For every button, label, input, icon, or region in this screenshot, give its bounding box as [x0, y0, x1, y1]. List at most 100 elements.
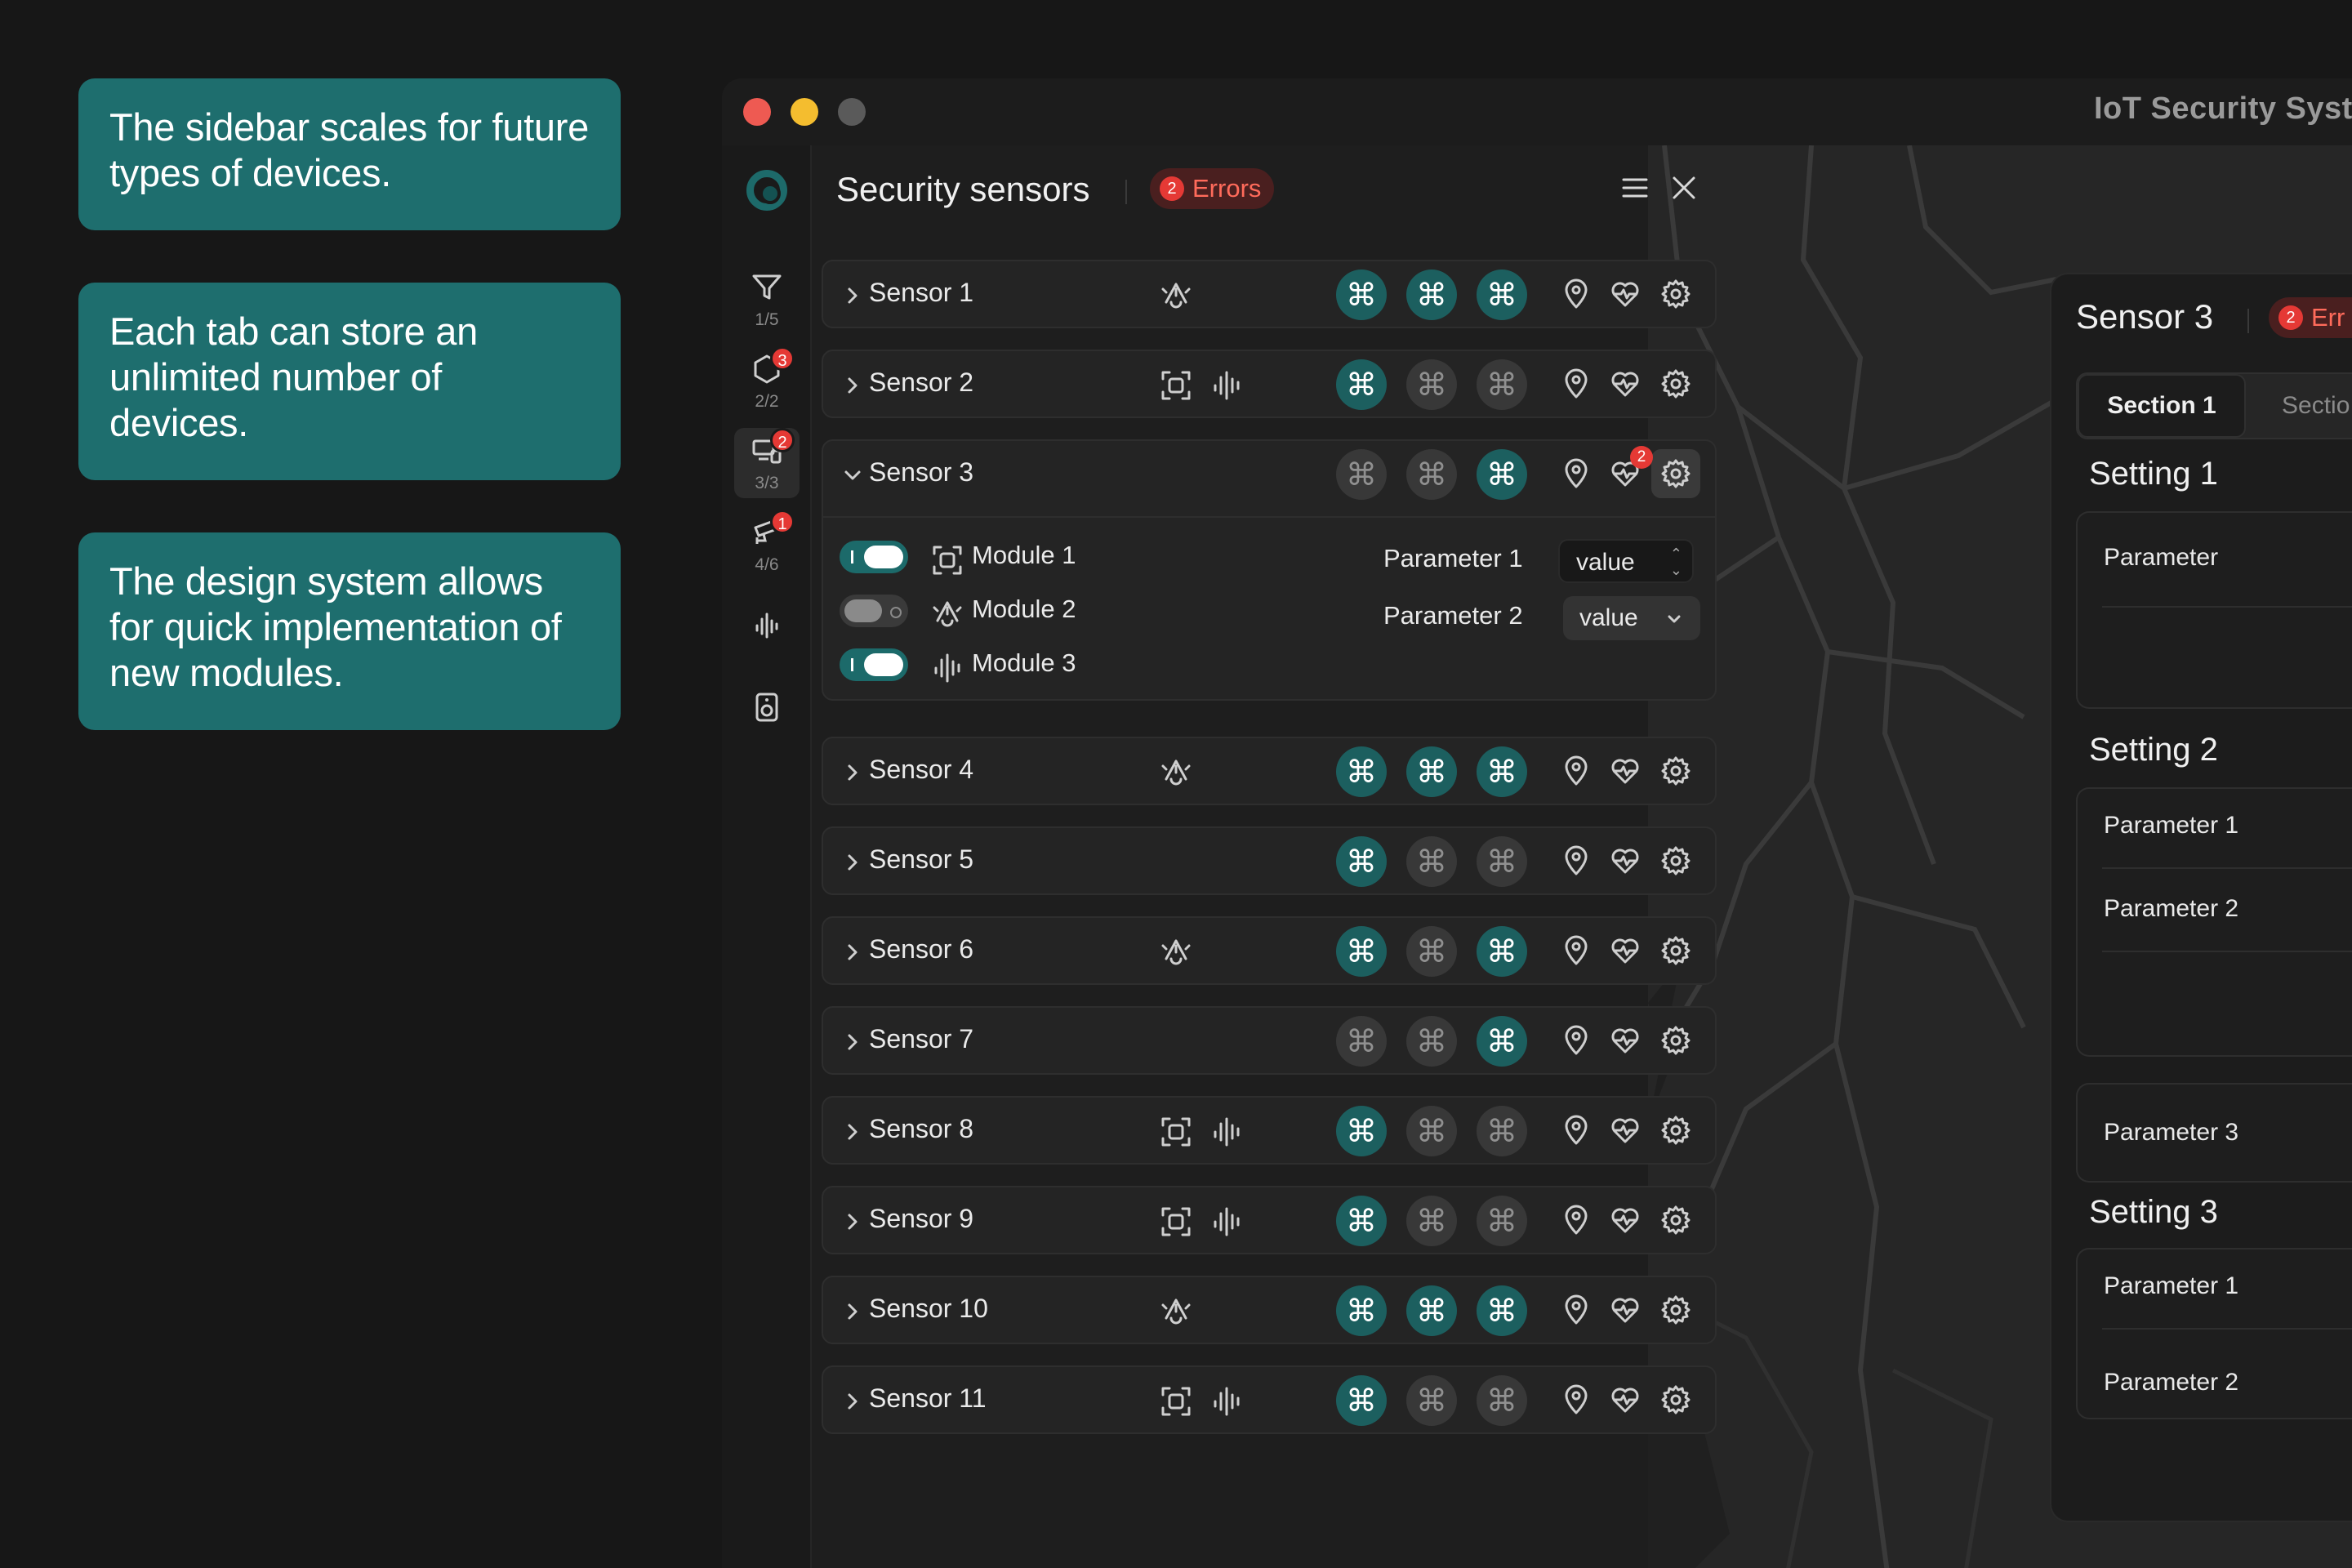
chevron-down-icon[interactable]: [841, 464, 864, 487]
sensor-row[interactable]: Sensor 9 ⌘ ⌘ ⌘: [822, 1186, 1717, 1254]
command-toggle-button[interactable]: ⌘: [1477, 449, 1527, 500]
gear-icon[interactable]: [1659, 278, 1692, 310]
location-pin-icon[interactable]: [1560, 934, 1592, 967]
tab-section-1[interactable]: Section 1: [2078, 374, 2246, 438]
detail-errors-badge[interactable]: 2 Err: [2269, 297, 2352, 338]
command-toggle-button[interactable]: ⌘: [1406, 359, 1457, 410]
command-toggle-button[interactable]: ⌘: [1406, 449, 1457, 500]
command-toggle-button[interactable]: ⌘: [1406, 270, 1457, 320]
command-toggle-button[interactable]: ⌘: [1406, 926, 1457, 977]
command-toggle-button[interactable]: ⌘: [1477, 926, 1527, 977]
chevron-right-icon[interactable]: [841, 941, 864, 964]
sensor-row[interactable]: Sensor 10 ⌘ ⌘ ⌘: [822, 1276, 1717, 1344]
sidebar-item-filter[interactable]: 1/5: [734, 265, 800, 335]
tab-section-2[interactable]: Sectio: [2282, 392, 2350, 420]
module-toggle[interactable]: [840, 541, 908, 573]
module-toggle[interactable]: [840, 595, 908, 627]
command-toggle-button[interactable]: ⌘: [1336, 1196, 1387, 1246]
sensor-row[interactable]: Sensor 6 ⌘ ⌘ ⌘: [822, 916, 1717, 985]
close-icon[interactable]: [1668, 172, 1700, 204]
sidebar-item-speakers[interactable]: [734, 684, 800, 755]
errors-badge[interactable]: 2 Errors: [1150, 168, 1275, 209]
sidebar-item-hexagon-devices[interactable]: 3 2/2: [734, 346, 800, 416]
chevron-right-icon[interactable]: [841, 284, 864, 307]
health-heart-icon[interactable]: [1609, 1024, 1642, 1057]
gear-icon[interactable]: [1659, 1114, 1692, 1147]
location-pin-icon[interactable]: [1560, 1024, 1592, 1057]
gear-icon[interactable]: [1659, 934, 1692, 967]
chevron-right-icon[interactable]: [841, 851, 864, 874]
health-heart-icon[interactable]: [1609, 1294, 1642, 1326]
parameter-1-stepper[interactable]: value ⌃ ⌄: [1558, 539, 1694, 583]
close-window-button[interactable]: [743, 98, 771, 126]
stepper-arrows-icon[interactable]: ⌃ ⌄: [1670, 546, 1682, 578]
command-toggle-button[interactable]: ⌘: [1406, 1285, 1457, 1336]
health-heart-icon[interactable]: [1609, 934, 1642, 967]
command-toggle-button[interactable]: ⌘: [1336, 1106, 1387, 1156]
command-toggle-button[interactable]: ⌘: [1336, 1016, 1387, 1067]
zoom-window-button[interactable]: [838, 98, 866, 126]
command-toggle-button[interactable]: ⌘: [1336, 746, 1387, 797]
chevron-right-icon[interactable]: [841, 374, 864, 397]
chevron-right-icon[interactable]: [841, 1390, 864, 1413]
chevron-right-icon[interactable]: [841, 1210, 864, 1233]
sensor-row[interactable]: Sensor 4 ⌘ ⌘ ⌘: [822, 737, 1717, 805]
gear-icon[interactable]: [1659, 844, 1692, 877]
command-toggle-button[interactable]: ⌘: [1336, 1285, 1387, 1336]
sidebar-item-security-sensors[interactable]: 2 3/3: [734, 428, 800, 498]
command-toggle-button[interactable]: ⌘: [1336, 359, 1387, 410]
location-pin-icon[interactable]: [1560, 844, 1592, 877]
command-toggle-button[interactable]: ⌘: [1336, 926, 1387, 977]
sensor-row[interactable]: Sensor 7 ⌘ ⌘ ⌘: [822, 1006, 1717, 1075]
sensor-row[interactable]: Sensor 3 ⌘ ⌘ ⌘ 2 Module 1 Module 2 Module 3 Para…: [822, 439, 1717, 701]
sensor-row[interactable]: Sensor 1 ⌘ ⌘ ⌘: [822, 260, 1717, 328]
health-heart-icon[interactable]: [1609, 844, 1642, 877]
gear-icon[interactable]: [1659, 1294, 1692, 1326]
command-toggle-button[interactable]: ⌘: [1406, 746, 1457, 797]
health-heart-icon[interactable]: [1609, 368, 1642, 400]
chevron-right-icon[interactable]: [841, 1120, 864, 1143]
command-toggle-button[interactable]: ⌘: [1477, 1285, 1527, 1336]
gear-icon[interactable]: [1659, 368, 1692, 400]
chevron-right-icon[interactable]: [841, 1300, 864, 1323]
minimize-window-button[interactable]: [791, 98, 818, 126]
location-pin-icon[interactable]: [1560, 1114, 1592, 1147]
command-toggle-button[interactable]: ⌘: [1477, 1106, 1527, 1156]
command-toggle-button[interactable]: ⌘: [1477, 270, 1527, 320]
menu-icon[interactable]: [1619, 172, 1651, 204]
command-toggle-button[interactable]: ⌘: [1336, 449, 1387, 500]
sensor-row[interactable]: Sensor 5 ⌘ ⌘ ⌘: [822, 826, 1717, 895]
command-toggle-button[interactable]: ⌘: [1406, 1106, 1457, 1156]
health-heart-icon[interactable]: [1609, 1204, 1642, 1236]
location-pin-icon[interactable]: [1560, 1383, 1592, 1416]
command-toggle-button[interactable]: ⌘: [1477, 1375, 1527, 1426]
health-heart-icon[interactable]: [1609, 278, 1642, 310]
command-toggle-button[interactable]: ⌘: [1477, 836, 1527, 887]
health-heart-icon[interactable]: [1609, 755, 1642, 787]
gear-icon[interactable]: [1659, 457, 1692, 490]
location-pin-icon[interactable]: [1560, 755, 1592, 787]
command-toggle-button[interactable]: ⌘: [1477, 746, 1527, 797]
gear-icon[interactable]: [1659, 1204, 1692, 1236]
location-pin-icon[interactable]: [1560, 1204, 1592, 1236]
command-toggle-button[interactable]: ⌘: [1406, 1196, 1457, 1246]
command-toggle-button[interactable]: ⌘: [1406, 1016, 1457, 1067]
sensor-row[interactable]: Sensor 11 ⌘ ⌘ ⌘: [822, 1365, 1717, 1434]
command-toggle-button[interactable]: ⌘: [1477, 1016, 1527, 1067]
gear-icon[interactable]: [1659, 1383, 1692, 1416]
command-toggle-button[interactable]: ⌘: [1477, 1196, 1527, 1246]
health-heart-icon[interactable]: [1609, 1383, 1642, 1416]
parameter-2-select[interactable]: value: [1563, 596, 1700, 640]
module-toggle[interactable]: [840, 648, 908, 681]
chevron-right-icon[interactable]: [841, 761, 864, 784]
command-toggle-button[interactable]: ⌘: [1336, 1375, 1387, 1426]
sensor-row[interactable]: Sensor 2 ⌘ ⌘ ⌘: [822, 350, 1717, 418]
command-toggle-button[interactable]: ⌘: [1406, 1375, 1457, 1426]
command-toggle-button[interactable]: ⌘: [1336, 270, 1387, 320]
sensor-row[interactable]: Sensor 8 ⌘ ⌘ ⌘: [822, 1096, 1717, 1165]
health-heart-icon[interactable]: [1609, 1114, 1642, 1147]
command-toggle-button[interactable]: ⌘: [1406, 836, 1457, 887]
location-pin-icon[interactable]: [1560, 1294, 1592, 1326]
command-toggle-button[interactable]: ⌘: [1336, 836, 1387, 887]
chevron-right-icon[interactable]: [841, 1031, 864, 1054]
